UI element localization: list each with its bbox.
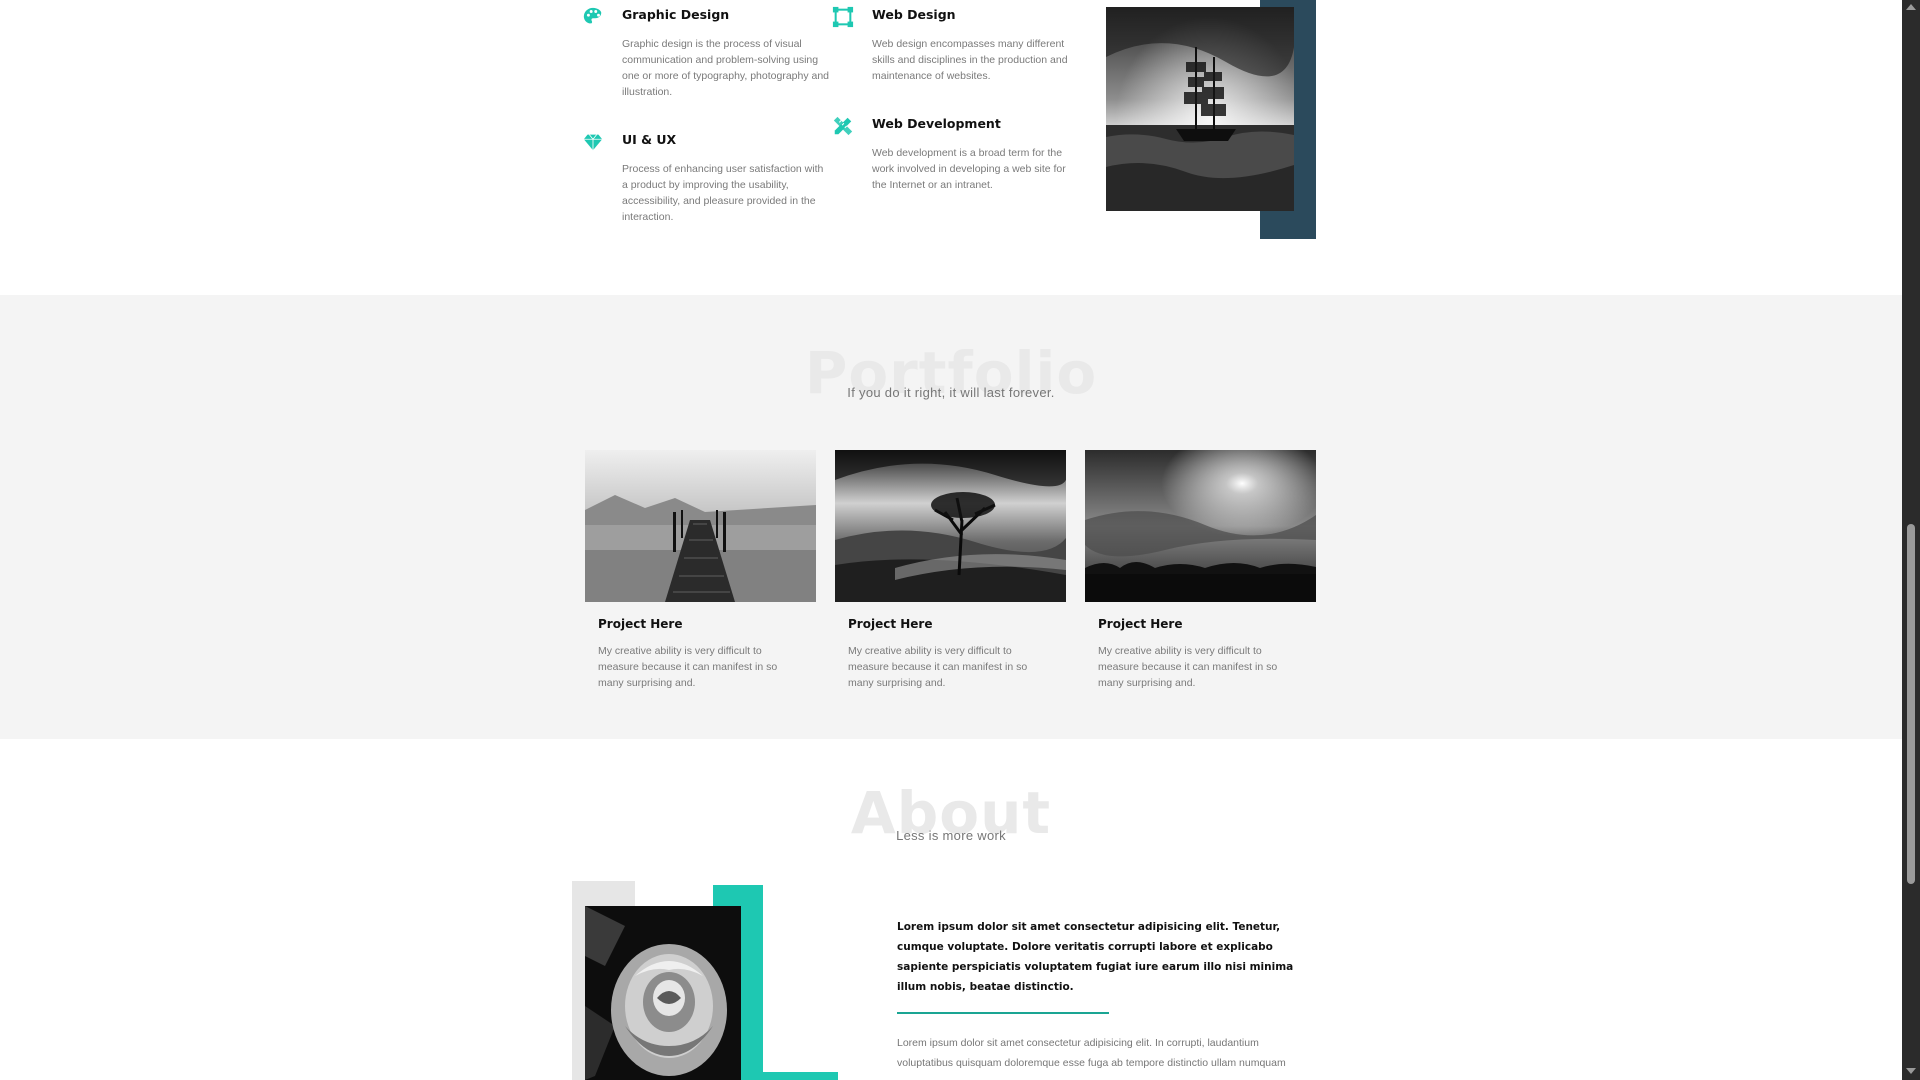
services-section: Graphic Design Graphic design is the pro…	[0, 0, 1902, 295]
divider	[897, 1012, 1109, 1014]
palette-icon	[582, 6, 606, 30]
card-description: My creative ability is very difficult to…	[848, 645, 1028, 689]
bezier-frame-icon	[832, 6, 856, 30]
service-description: Web design encompasses many different sk…	[872, 38, 1068, 82]
about-section: About Less is more work Lorem ipsum dolo…	[0, 739, 1902, 1080]
card-title: Project Here	[598, 617, 683, 631]
service-title: Web Development	[872, 116, 1001, 131]
service-description: Process of enhancing user satisfaction w…	[622, 163, 824, 223]
scroll-up-arrow-icon[interactable]	[1906, 4, 1916, 10]
sun-sky-photo[interactable]	[1085, 450, 1316, 602]
service-title: UI & UX	[622, 132, 677, 147]
card-title: Project Here	[1098, 617, 1183, 631]
about-subtitle: Less is more work	[896, 828, 1006, 843]
service-ui-ux: UI & UX Process of enhancing user satisf…	[583, 125, 832, 225]
tree-photo[interactable]	[835, 450, 1066, 602]
rose-photo	[585, 906, 741, 1080]
service-title: Graphic Design	[622, 7, 730, 22]
ship-photo	[1106, 7, 1294, 211]
service-web-design: Web Design Web design encompasses many d…	[832, 0, 1082, 84]
about-body-text: Lorem ipsum dolor sit amet consectetur a…	[897, 1037, 1286, 1069]
scrollbar-thumb[interactable]	[1907, 524, 1915, 884]
card-title: Project Here	[848, 617, 933, 631]
pencil-ruler-icon	[832, 115, 856, 139]
vertical-scrollbar[interactable]	[1902, 0, 1920, 1080]
card-description: My creative ability is very difficult to…	[1098, 645, 1278, 689]
service-graphic-design: Graphic Design Graphic design is the pro…	[583, 0, 832, 100]
service-description: Graphic design is the process of visual …	[622, 38, 830, 98]
portfolio-card[interactable]: Project Here My creative ability is very…	[585, 450, 816, 691]
portfolio-card[interactable]: Project Here My creative ability is very…	[835, 450, 1066, 691]
service-description: Web development is a broad term for the …	[872, 147, 1066, 191]
portfolio-card[interactable]: Project Here My creative ability is very…	[1085, 450, 1316, 691]
gem-icon	[582, 131, 606, 155]
portfolio-section: Portfolio If you do it right, it will la…	[0, 295, 1902, 739]
service-web-development: Web Development Web development is a bro…	[833, 109, 1082, 193]
pier-photo[interactable]	[585, 450, 816, 602]
card-description: My creative ability is very difficult to…	[598, 645, 778, 689]
portfolio-subtitle: If you do it right, it will last forever…	[847, 385, 1055, 400]
scroll-down-arrow-icon[interactable]	[1906, 1068, 1916, 1074]
about-lead-text: Lorem ipsum dolor sit amet consectetur a…	[897, 921, 1294, 993]
service-title: Web Design	[872, 7, 956, 22]
